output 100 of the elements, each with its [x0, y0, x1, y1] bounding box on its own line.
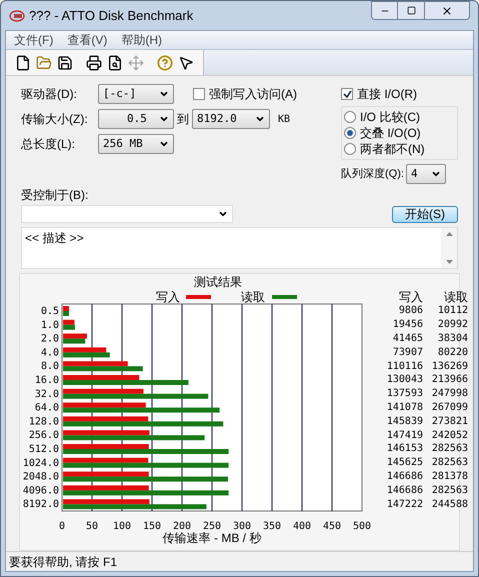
table-cell-text: 10112 [436, 304, 468, 318]
table-cell-text: 146686 [386, 470, 423, 484]
app-logo-icon [9, 10, 25, 22]
table-cell-text: 282563 [430, 484, 468, 498]
scrollbar[interactable] [441, 228, 457, 268]
tick-label: 350 [262, 521, 282, 532]
category-label: 512.0 [28, 444, 59, 455]
total-length-dropdown[interactable]: 256 MB [98, 134, 174, 154]
maximize-button[interactable] [398, 1, 424, 20]
scroll-down-icon [446, 260, 452, 264]
category-label: 2.0 [40, 334, 59, 345]
chart-title: 测试结果 [194, 275, 242, 289]
close-button[interactable] [424, 1, 470, 20]
table-cell-text: 110116 [386, 360, 423, 374]
table-cell-text: 247998 [430, 387, 468, 402]
queue-depth-label: 队列深度(Q): [341, 166, 404, 182]
table-cell-text: 136269 [430, 360, 468, 374]
table-cell-text: 273821 [430, 414, 468, 429]
tick-label: 250 [202, 521, 222, 532]
tick-label: 400 [292, 521, 312, 532]
category-label: 4096.0 [22, 485, 59, 496]
unit-label: KB [278, 112, 290, 126]
transfer-size-label: 传输大小(Z): [21, 111, 89, 128]
category-label: 1024.0 [22, 458, 59, 469]
new-file-icon-button[interactable] [15, 54, 31, 70]
tick-label: 100 [112, 521, 132, 532]
tick-label: 0 [58, 521, 66, 532]
table-cell-text: 146686 [386, 484, 423, 498]
io-mode-radio[interactable]: I/O 比较(C) [344, 109, 455, 125]
tick-label: 500 [352, 521, 372, 532]
table-cell-text: 38304 [436, 332, 468, 346]
io-mode-radio[interactable]: 两者都不(N) [344, 141, 455, 157]
window-title: ??? - ATTO Disk Benchmark [29, 6, 194, 25]
tick-label: 450 [322, 521, 342, 532]
category-label: 0.5 [40, 306, 59, 317]
to-label: 到 [177, 111, 189, 128]
category-label: 32.0 [34, 388, 59, 400]
table-cell-text: 147419 [386, 428, 423, 443]
table-cell-text: 73907 [392, 346, 423, 360]
category-label: 8.0 [40, 361, 59, 372]
table-cell-text: 141078 [386, 400, 423, 415]
scroll-up-icon [446, 232, 452, 236]
maximize-icon [406, 6, 416, 15]
transfer-size-from-dropdown[interactable]: 0.5 [98, 109, 174, 129]
drive-dropdown[interactable]: [-c-] [98, 84, 174, 104]
category-label: 8192.0 [22, 499, 59, 510]
table-cell-text: 146153 [386, 442, 423, 456]
print-preview-icon-button[interactable] [107, 54, 123, 70]
legend-label: 写入 [156, 290, 180, 304]
table-cell-text: 145625 [386, 456, 423, 470]
table-cell-text: 41465 [392, 332, 423, 346]
context-help-icon-button[interactable] [178, 54, 194, 70]
table-cell-text: 282563 [430, 456, 468, 470]
column-header: 写入 [398, 289, 423, 306]
table-cell-text: 145839 [386, 414, 423, 429]
transfer-size-to-dropdown[interactable]: 8192.0 [192, 109, 270, 129]
total-length-label: 总长度(L): [21, 136, 76, 153]
save-icon-button[interactable] [57, 54, 73, 70]
table-cell-text: 19456 [392, 318, 423, 332]
table-cell-text: 281378 [430, 470, 468, 484]
category-label: 2048.0 [22, 472, 59, 483]
category-label: 1.0 [40, 320, 59, 331]
controlled-by-label: 受控制于(B): [21, 187, 90, 204]
menu-item[interactable]: 查看(V) [67, 31, 108, 49]
table-cell-text: 9806 [398, 304, 423, 318]
printer-icon-button[interactable] [86, 54, 102, 70]
description-field[interactable]: << 描述 >> [21, 227, 458, 269]
help-icon-button[interactable] [157, 54, 173, 70]
category-label: 256.0 [28, 430, 59, 442]
tick-label: 200 [172, 521, 192, 532]
tick-label: 300 [232, 521, 252, 532]
table-cell-text: 130043 [386, 373, 423, 388]
category-label: 128.0 [28, 416, 59, 428]
table-cell-text: 213966 [430, 373, 468, 388]
table-cell-text: 244588 [430, 498, 468, 512]
table-cell-text: 80220 [436, 346, 468, 360]
open-folder-icon-button[interactable] [36, 54, 52, 70]
drive-label: 驱动器(D): [21, 86, 78, 103]
table-cell-text: 242052 [430, 428, 468, 443]
check-icon [342, 90, 352, 98]
direct-io-checkbox[interactable]: 直接 I/O(R) [341, 84, 458, 104]
menu-item[interactable]: 帮助(H) [121, 31, 162, 49]
status-text: 要获得帮助, 请按 F1 [9, 554, 118, 570]
queue-depth-dropdown[interactable]: 4 [406, 164, 446, 184]
close-icon [441, 4, 453, 16]
table-cell-text: 267099 [430, 400, 468, 415]
start-button[interactable]: 开始(S) [392, 206, 458, 222]
tick-label: 150 [142, 521, 162, 532]
force-write-checkbox[interactable]: 强制写入访问(A) [193, 85, 297, 103]
category-label: 4.0 [40, 347, 59, 358]
legend-label: 读取 [241, 290, 265, 304]
table-cell-text: 20992 [436, 318, 468, 332]
category-label: 64.0 [34, 402, 59, 414]
tick-label: 50 [86, 521, 98, 532]
category-label: 16.0 [34, 375, 59, 386]
column-header: 读取 [443, 289, 468, 306]
table-cell-text: 137593 [386, 387, 423, 402]
table-cell-text: 147222 [386, 498, 423, 512]
io-mode-radio[interactable]: 交叠 I/O(O) [344, 125, 455, 141]
menu-item[interactable]: 文件(F) [14, 31, 54, 49]
